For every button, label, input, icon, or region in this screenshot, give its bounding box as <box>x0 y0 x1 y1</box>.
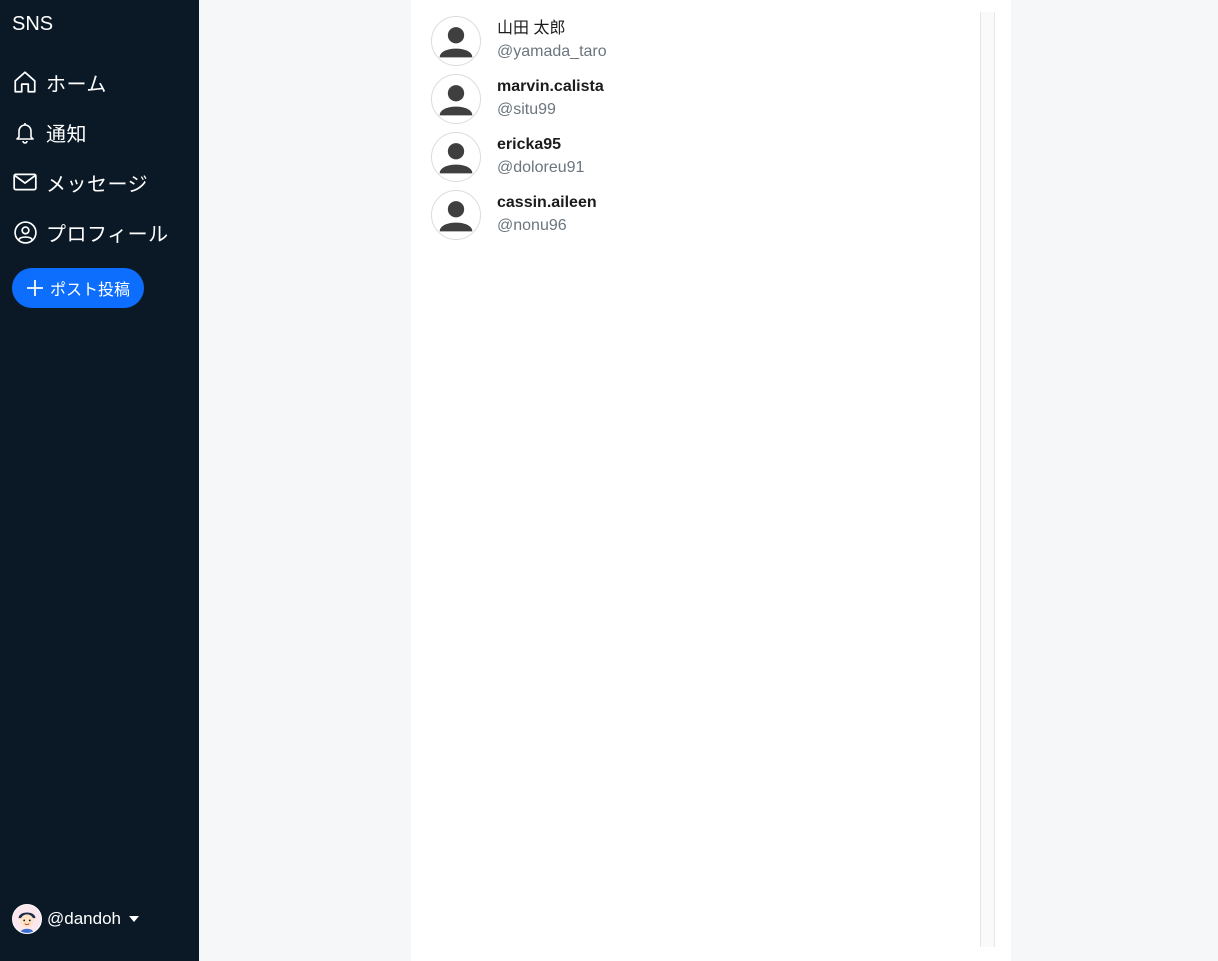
plus-icon <box>26 279 44 297</box>
user-display-name: cassin.aileen <box>497 194 597 211</box>
current-user-handle: @dandoh <box>47 909 121 928</box>
sidebar-item-label: 通知 <box>46 123 87 146</box>
user-handle: @doloreu91 <box>497 159 585 176</box>
home-icon <box>12 69 38 95</box>
user-handle: @nonu96 <box>497 217 567 234</box>
post-button-label: ポスト投稿 <box>49 282 130 299</box>
sidebar-item-messages[interactable]: メッセージ <box>12 157 192 207</box>
default-avatar-icon <box>431 190 481 240</box>
list-item[interactable]: marvin.calista @situ99 <box>431 70 971 128</box>
envelope-icon <box>12 169 38 195</box>
sidebar-item-home[interactable]: ホーム <box>12 57 192 107</box>
post-button[interactable]: ポスト投稿 <box>12 268 144 308</box>
avatar <box>12 904 42 934</box>
brand-logo[interactable]: SNS <box>12 13 53 36</box>
caret-down-icon <box>129 916 139 922</box>
bell-icon <box>12 119 38 145</box>
sidebar-item-label: プロフィール <box>46 223 169 246</box>
sidebar-item-notifications[interactable]: 通知 <box>12 107 192 157</box>
sidebar-item-profile[interactable]: プロフィール <box>12 207 192 257</box>
user-menu-toggle[interactable]: @dandoh <box>12 904 139 934</box>
sidebar-item-label: メッセージ <box>46 173 149 196</box>
sidebar-nav: ホーム 通知 メッセージ プロフィール <box>12 57 192 257</box>
sidebar-item-label: ホーム <box>46 73 107 96</box>
sidebar: SNS ホーム 通知 メッセージ プロフィール ポスト投稿 @dandoh <box>0 0 199 961</box>
default-avatar-icon <box>431 132 481 182</box>
user-handle: @situ99 <box>497 101 556 118</box>
user-display-name: 山田 太郎 <box>497 20 566 37</box>
list-item[interactable]: ericka95 @doloreu91 <box>431 128 971 186</box>
user-handle: @yamada_taro <box>497 43 607 60</box>
user-display-name: ericka95 <box>497 136 562 153</box>
main-content: 山田 太郎 @yamada_taro marvin.calista @situ9… <box>411 0 1011 961</box>
user-display-name: marvin.calista <box>497 78 604 95</box>
list-item[interactable]: 山田 太郎 @yamada_taro <box>431 12 971 70</box>
scrollbar[interactable] <box>980 12 995 947</box>
person-circle-icon <box>12 219 38 245</box>
list-item[interactable]: cassin.aileen @nonu96 <box>431 186 971 244</box>
default-avatar-icon <box>431 74 481 124</box>
default-avatar-icon <box>431 16 481 66</box>
user-list: 山田 太郎 @yamada_taro marvin.calista @situ9… <box>431 12 971 244</box>
